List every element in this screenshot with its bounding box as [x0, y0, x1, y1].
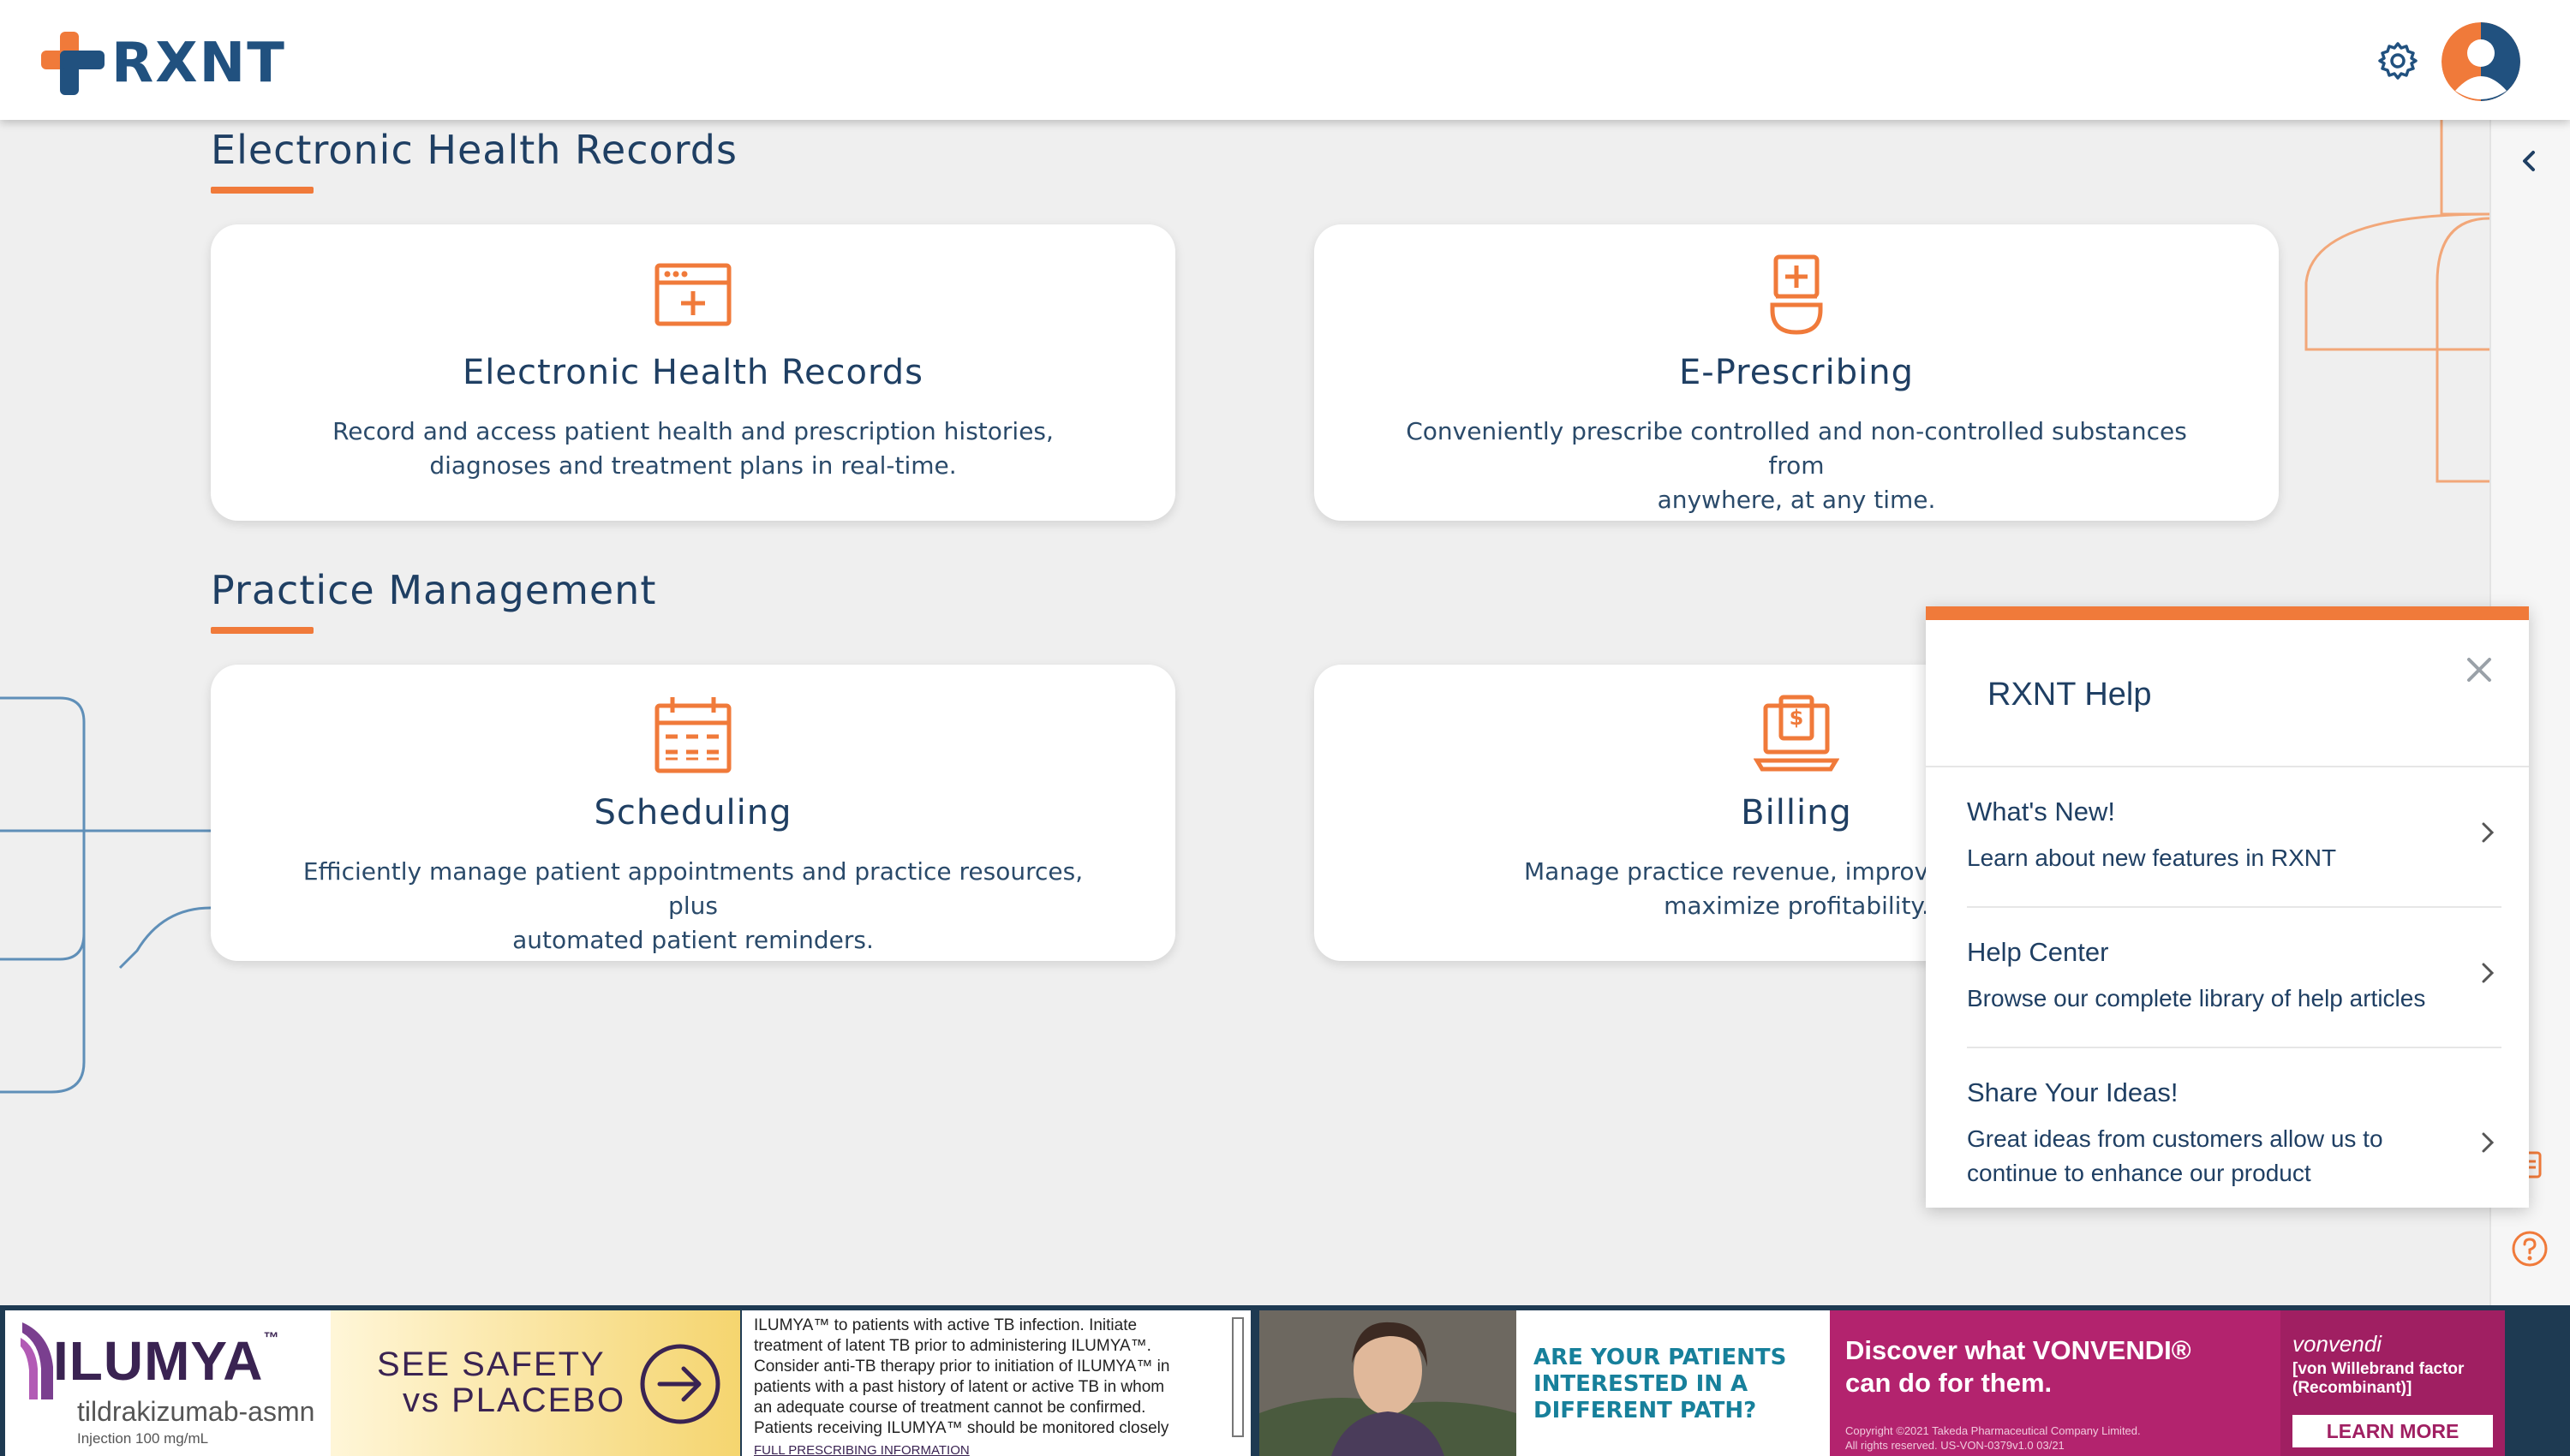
- woman-portrait-image: [1259, 1310, 1516, 1456]
- help-item-share-ideas[interactable]: Share Your Ideas! Great ideas from custo…: [1967, 1048, 2501, 1211]
- ad-patient-photo[interactable]: [1259, 1310, 1516, 1456]
- top-header: RXNT: [0, 0, 2570, 120]
- chevron-right-icon: [2482, 822, 2495, 843]
- help-item-title: What's New!: [1967, 797, 2116, 826]
- help-panel: RXNT Help What's New! Learn about new fe…: [1926, 606, 2529, 1208]
- help-circle-icon[interactable]: [2510, 1229, 2549, 1268]
- full-prescribing-information-link[interactable]: FULL PRESCRIBING INFORMATION: [754, 1441, 1234, 1456]
- card-title: Electronic Health Records: [463, 353, 923, 392]
- card-description: Record and access patient health and pre…: [332, 417, 1054, 480]
- card-scheduling[interactable]: Scheduling Efficiently manage patient ap…: [211, 665, 1175, 961]
- close-icon[interactable]: [2464, 654, 2495, 685]
- ad-ilumya-safety[interactable]: SEE SAFETY vs PLACEBO: [331, 1310, 740, 1456]
- help-item-description: Browse our complete library of help arti…: [1967, 985, 2426, 1011]
- chevron-left-icon[interactable]: [2514, 146, 2545, 176]
- ilumya-logo-text: ILUMYA™: [53, 1329, 280, 1392]
- help-panel-title: RXNT Help: [1987, 677, 2152, 713]
- ad-vonvendi-headline[interactable]: Discover what VONVENDI® can do for them.…: [1830, 1310, 2280, 1456]
- card-description: Efficiently manage patient appointments …: [302, 857, 1084, 954]
- card-e-prescribing[interactable]: E-Prescribing Conveniently prescribe con…: [1314, 224, 2279, 521]
- ad-ilumya-isi[interactable]: ILUMYA™ to patients with active TB infec…: [742, 1310, 1251, 1456]
- help-item-whats-new[interactable]: What's New! Learn about new features in …: [1967, 767, 2501, 908]
- calendar-icon: [654, 697, 732, 773]
- ad-different-path[interactable]: ARE YOUR PATIENTS INTERESTED IN A DIFFER…: [1516, 1310, 1830, 1456]
- ilumya-dosage: Injection 100 mg/mL: [77, 1430, 209, 1447]
- logo-text: RXNT: [111, 32, 286, 95]
- card-title: E-Prescribing: [1679, 353, 1914, 392]
- card-title: Scheduling: [594, 793, 792, 832]
- card-electronic-health-records[interactable]: Electronic Health Records Record and acc…: [211, 224, 1175, 521]
- learn-more-button[interactable]: LEARN MORE: [2292, 1415, 2493, 1447]
- ad-vonvendi-brand[interactable]: vonvendi [von Willebrand factor (Recombi…: [2280, 1310, 2505, 1456]
- advertisement-bar: ILUMYA™ tildrakizumab-asmn Injection 100…: [0, 1305, 2570, 1456]
- section-title-practice-management: Practice Management: [211, 567, 657, 613]
- vonvendi-subtitle: [von Willebrand factor (Recombinant)]: [2292, 1360, 2465, 1397]
- gear-icon[interactable]: [2376, 39, 2419, 82]
- help-item-description: Great ideas from customers allow us to c…: [1967, 1125, 2383, 1186]
- prescription-icon: [1770, 254, 1823, 335]
- section-title-ehr: Electronic Health Records: [211, 127, 738, 173]
- user-avatar-icon[interactable]: [2442, 22, 2520, 101]
- rxnt-logo[interactable]: RXNT: [41, 31, 286, 96]
- arrow-right-circle-icon: [640, 1344, 720, 1424]
- card-description: Conveniently prescribe controlled and no…: [1406, 417, 2187, 514]
- chevron-right-icon: [2482, 1132, 2495, 1153]
- help-item-help-center[interactable]: Help Center Browse our complete library …: [1967, 908, 2501, 1048]
- vonvendi-logo-text: vonvendi: [2292, 1331, 2382, 1357]
- ad-ilumya-brand[interactable]: ILUMYA™ tildrakizumab-asmn Injection 100…: [5, 1310, 331, 1456]
- rxnt-cross-icon: [41, 32, 105, 95]
- svg-text:$: $: [1790, 706, 1804, 730]
- section-underline: [211, 627, 314, 634]
- help-item-title: Help Center: [1967, 937, 2109, 967]
- ilumya-cta-text: SEE SAFETY vs PLACEBO: [377, 1346, 626, 1419]
- section-underline: [211, 187, 314, 194]
- help-item-title: Share Your Ideas!: [1967, 1077, 2179, 1107]
- help-item-description: Learn about new features in RXNT: [1967, 844, 2337, 871]
- billing-laptop-icon: $: [1754, 695, 1839, 772]
- ilumya-generic-name: tildrakizumab-asmn: [77, 1396, 315, 1427]
- isi-scrollbar[interactable]: [1232, 1317, 1244, 1437]
- chevron-right-icon: [2482, 963, 2495, 983]
- health-record-window-icon: [654, 263, 732, 326]
